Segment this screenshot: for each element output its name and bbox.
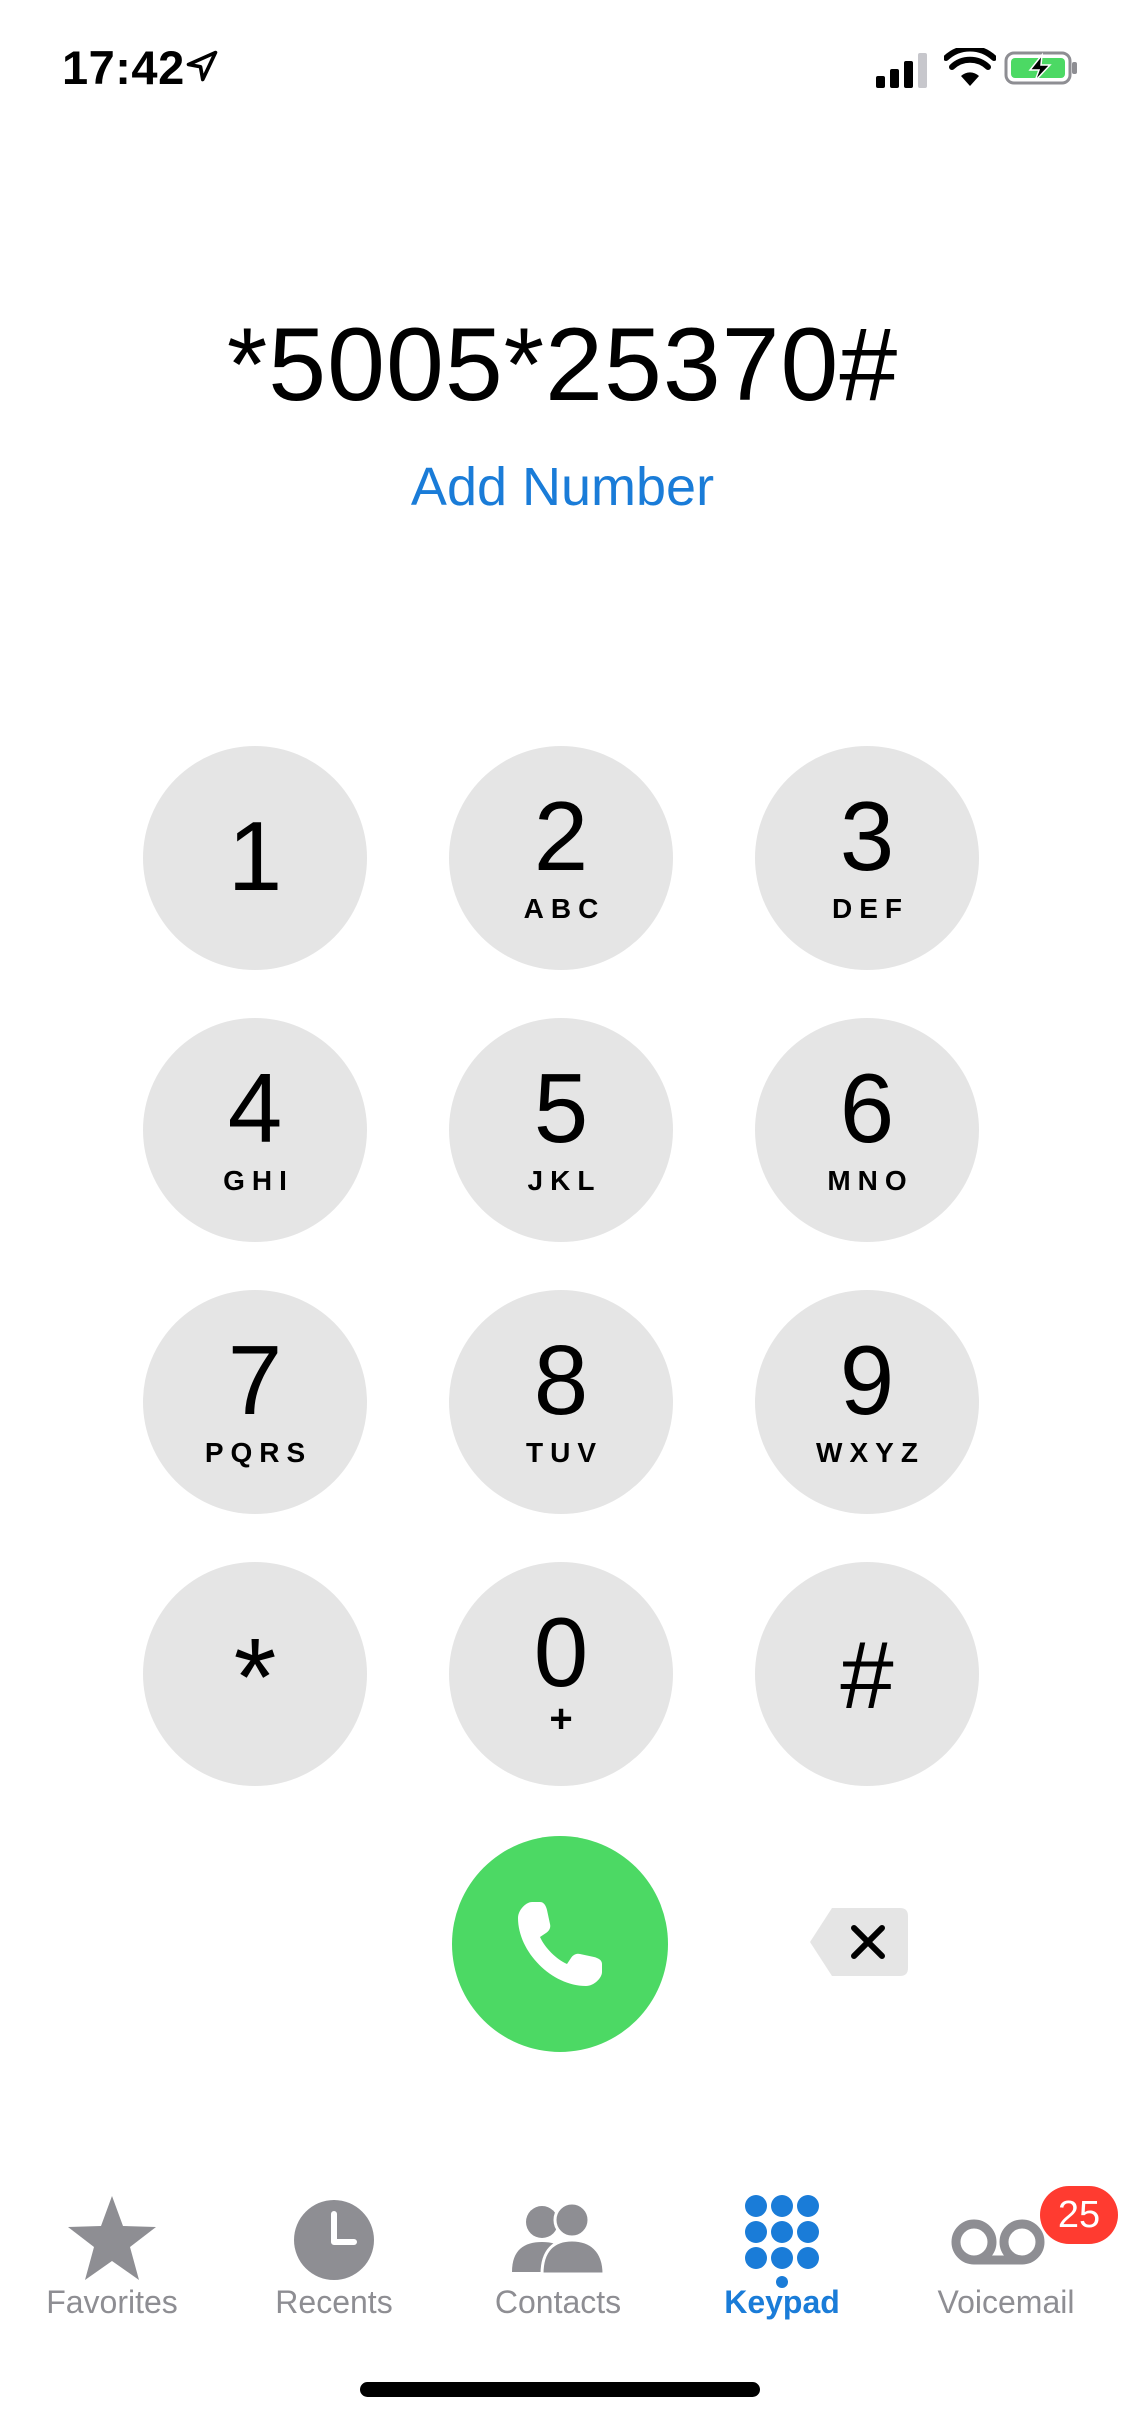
key-2[interactable]: 2 ABC (449, 746, 673, 970)
add-number-button[interactable]: Add Number (0, 452, 1125, 522)
key-7[interactable]: 7 PQRS (143, 1290, 367, 1514)
key-star[interactable]: * (143, 1562, 367, 1786)
key-3[interactable]: 3 DEF (755, 746, 979, 970)
voicemail-badge: 25 (1040, 2186, 1118, 2244)
key-letters: MNO (827, 1165, 914, 1196)
cellular-signal-icon (876, 53, 927, 88)
delete-backspace-icon[interactable] (808, 1906, 910, 1978)
wifi-icon (944, 48, 996, 86)
tab-label: Recents (275, 2284, 393, 2320)
key-letters: PQRS (204, 1437, 313, 1468)
phone-icon (518, 1902, 602, 1986)
location-arrow-icon (186, 50, 218, 82)
tab-favorites[interactable]: Favorites (0, 2170, 224, 2330)
key-digit: 5 (533, 1053, 589, 1163)
tab-bar: Favorites Recents Contacts Keypad Voicem… (0, 2170, 1125, 2330)
key-1[interactable]: 1 (143, 746, 367, 970)
key-8[interactable]: 8 TUV (449, 1290, 673, 1514)
key-letters: TUV (526, 1437, 603, 1468)
tab-recents[interactable]: Recents (222, 2170, 446, 2330)
tab-label: Voicemail (937, 2284, 1075, 2320)
keypad-icon (745, 2195, 819, 2288)
key-letters: WXYZ (816, 1437, 925, 1468)
key-digit: 6 (839, 1053, 895, 1163)
tab-keypad[interactable]: Keypad (670, 2170, 894, 2330)
call-button[interactable] (452, 1836, 668, 2052)
key-hash[interactable]: # (755, 1562, 979, 1786)
tab-contacts[interactable]: Contacts (446, 2170, 670, 2330)
key-5[interactable]: 5 JKL (449, 1018, 673, 1242)
key-letters: ABC (523, 893, 606, 924)
key-digit: # (840, 1622, 894, 1729)
key-digit: 4 (227, 1053, 283, 1163)
clock-icon (294, 2200, 374, 2280)
key-6[interactable]: 6 MNO (755, 1018, 979, 1242)
contacts-icon (512, 2201, 606, 2276)
key-0[interactable]: 0 + (449, 1562, 673, 1786)
key-digit: 3 (839, 781, 895, 891)
key-digit: 7 (227, 1325, 283, 1435)
key-digit: 1 (227, 801, 283, 911)
key-digit: 8 (533, 1325, 589, 1435)
tab-label: Contacts (494, 2284, 622, 2320)
home-indicator[interactable] (360, 2382, 760, 2397)
key-letters: DEF (832, 893, 909, 924)
key-4[interactable]: 4 GHI (143, 1018, 367, 1242)
key-letters: JKL (527, 1165, 602, 1196)
key-digit: 9 (839, 1325, 895, 1435)
dialed-number-display: *5005*25370# (226, 307, 899, 423)
star-icon (68, 2196, 156, 2280)
key-letters: + (549, 1697, 573, 1741)
status-time: 17:42 (62, 41, 185, 94)
battery-charging-icon (1004, 51, 1077, 85)
key-letters: GHI (223, 1165, 294, 1196)
status-bar: 17:42 (0, 0, 1125, 140)
key-digit: 2 (533, 781, 589, 891)
voicemail-icon (951, 2219, 1045, 2265)
key-digit: * (233, 1616, 277, 1739)
key-9[interactable]: 9 WXYZ (755, 1290, 979, 1514)
tab-label: Favorites (46, 2284, 178, 2320)
tab-label: Keypad (724, 2284, 840, 2320)
key-digit: 0 (533, 1597, 589, 1707)
